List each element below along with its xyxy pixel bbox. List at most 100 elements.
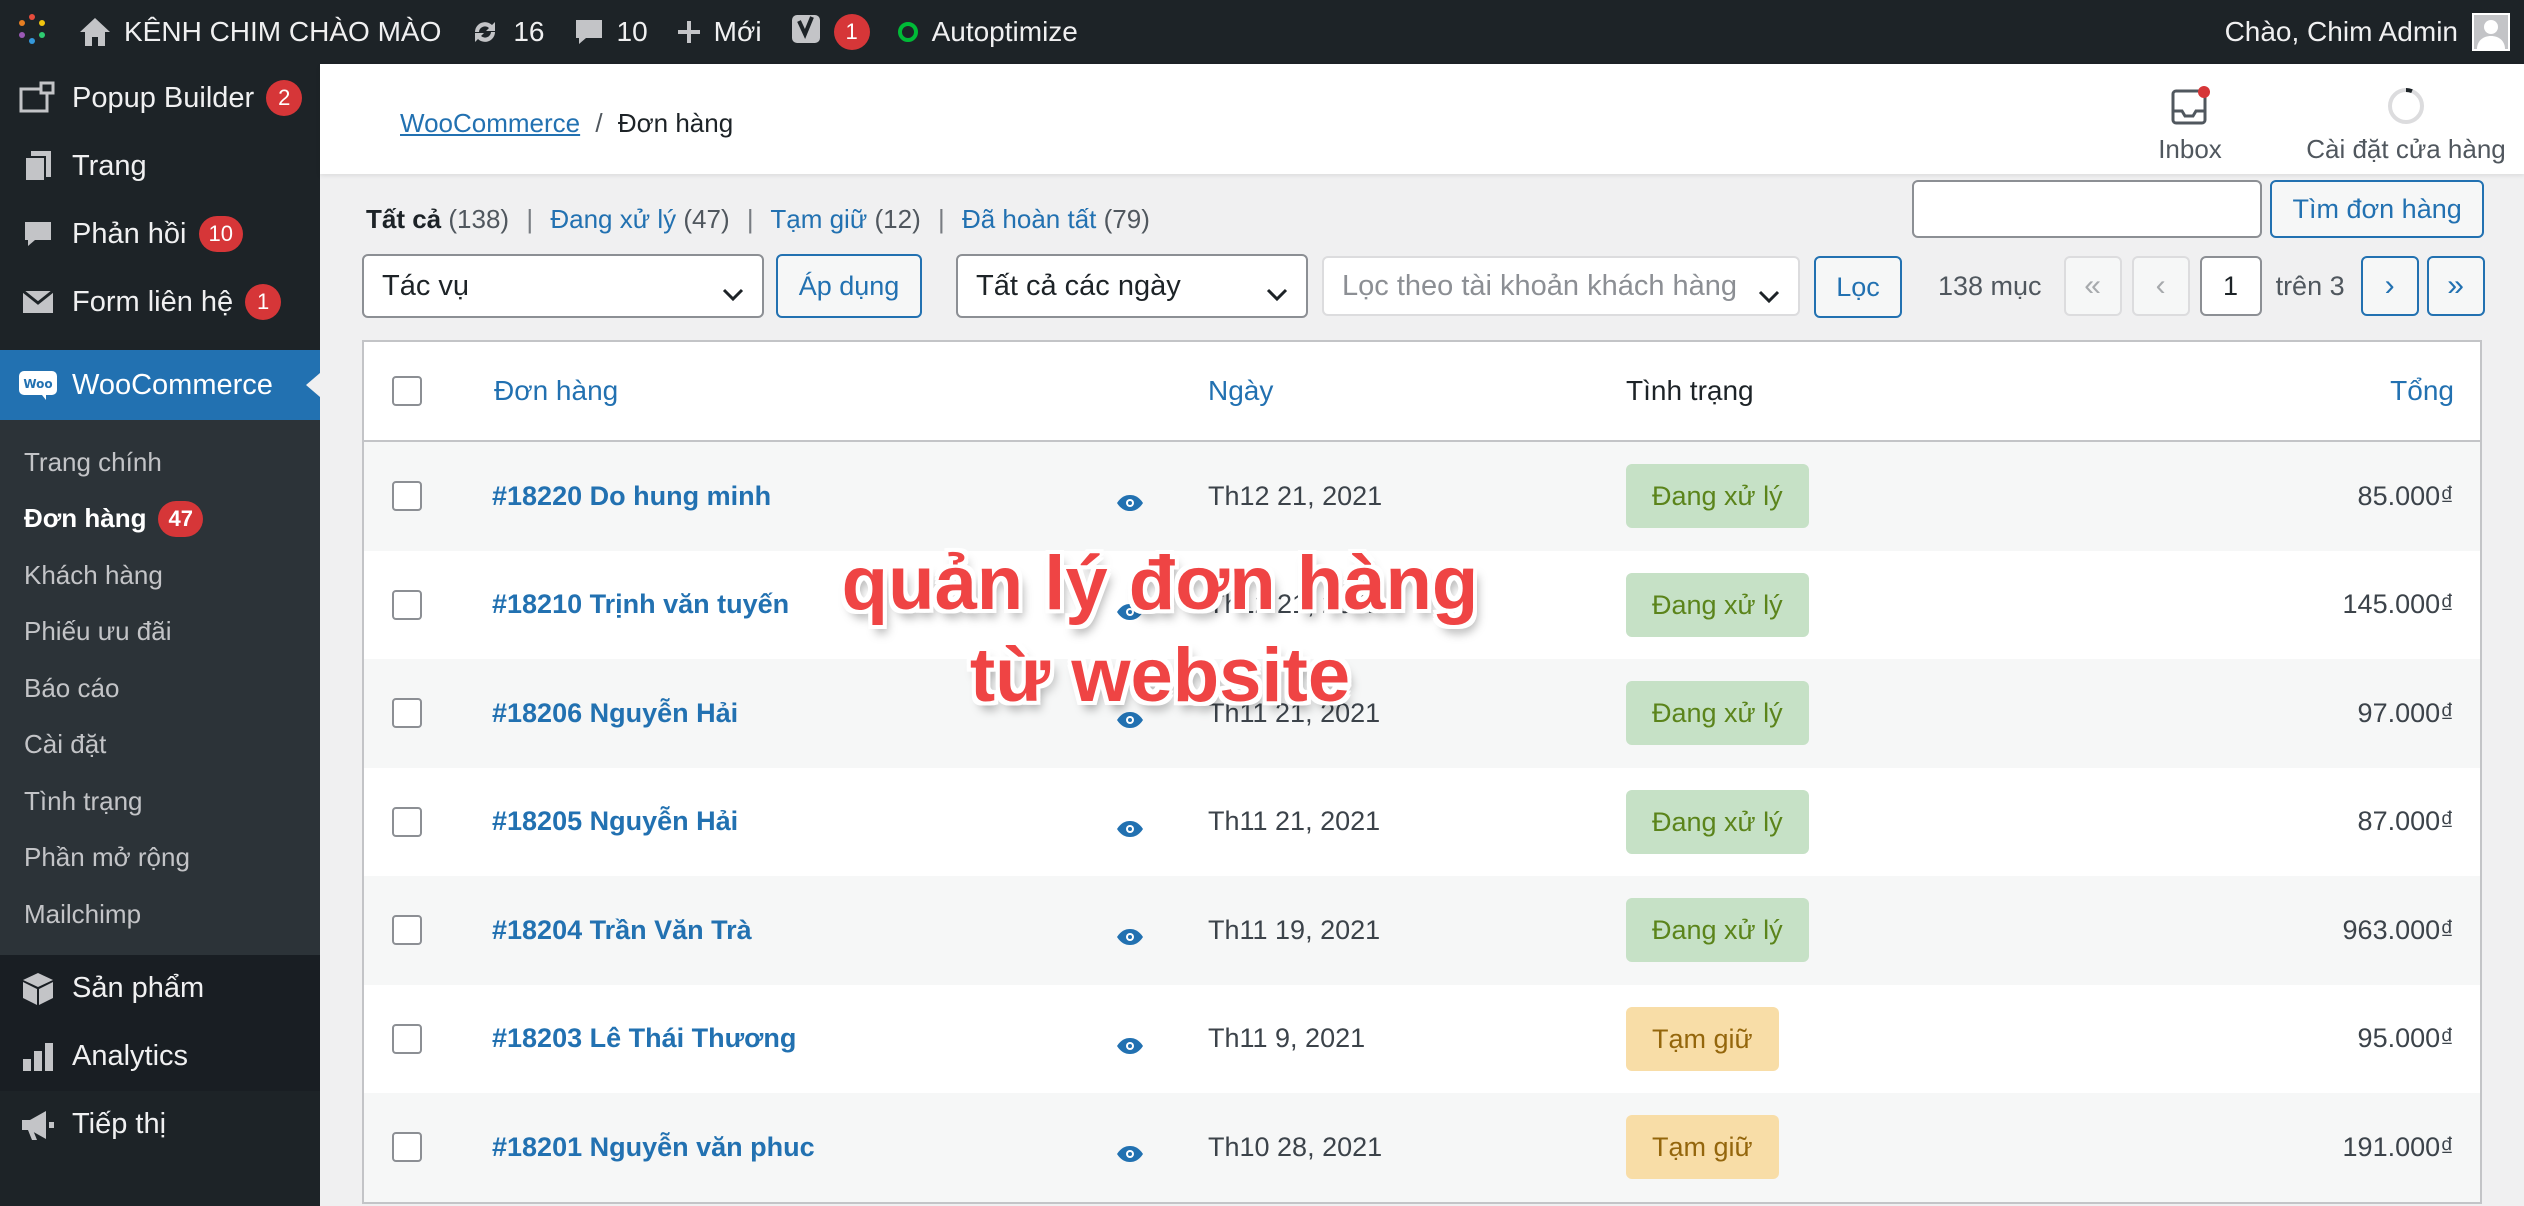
my-account-menu[interactable]: Chào, Chim Admin <box>2211 0 2524 64</box>
submenu-item-coupons[interactable]: Phiếu ưu đãi <box>0 604 320 661</box>
sidebar-item-comments[interactable]: Phản hồi 10 <box>0 200 320 268</box>
order-link[interactable]: #18220 Do hung minh <box>492 481 771 512</box>
row-checkbox[interactable] <box>392 698 422 729</box>
home-icon <box>78 16 112 48</box>
submenu-item-status[interactable]: Tình trạng <box>0 773 320 830</box>
submenu-label: Khách hàng <box>24 559 163 590</box>
next-page-button[interactable]: › <box>2360 256 2419 316</box>
submenu-item-mailchimp[interactable]: Mailchimp <box>0 886 320 943</box>
order-total: 145.000₫ <box>2342 589 2454 620</box>
status-cell: Đang xử lý <box>1626 898 1809 963</box>
overlay-caption-line2: từ website <box>969 633 1351 718</box>
column-header-total[interactable]: Tổng <box>2390 375 2454 407</box>
filter-all[interactable]: Tất cả <box>366 204 441 234</box>
status-filter-links: Tất cả (138) | Đang xử lý (47) | Tạm giữ… <box>366 204 1150 235</box>
sidebar-item-pages[interactable]: Trang <box>0 132 320 200</box>
eye-icon[interactable] <box>1116 1031 1144 1062</box>
yoast-menu[interactable]: 1 <box>776 0 884 64</box>
sidebar-item-marketing[interactable]: Tiếp thị <box>0 1091 320 1159</box>
submenu-item-customers[interactable]: Khách hàng <box>0 547 320 604</box>
new-label: Mới <box>713 16 762 47</box>
row-checkbox[interactable] <box>392 481 422 512</box>
eye-icon[interactable] <box>1116 922 1144 953</box>
filter-completed[interactable]: Đã hoàn tất <box>962 204 1096 234</box>
prev-page-button[interactable]: ‹ <box>2131 256 2190 316</box>
greeting: Chào, Chim Admin <box>2224 16 2458 47</box>
row-checkbox[interactable] <box>392 1023 422 1054</box>
eye-icon[interactable] <box>1116 1139 1144 1170</box>
chevron-down-icon <box>1266 278 1288 311</box>
inbox-button[interactable]: Inbox <box>2130 84 2250 165</box>
table-row[interactable]: #18220 Do hung minh Th12 21, 2021 Đang xử … <box>364 442 2480 551</box>
apply-button[interactable]: Áp dụng <box>776 254 922 318</box>
sidebar-item-label: Trang <box>72 149 147 182</box>
sidebar-item-analytics[interactable]: Analytics <box>0 1022 320 1091</box>
sidebar-item-products[interactable]: Sản phẩm <box>0 954 320 1023</box>
search-orders-button[interactable]: Tìm đơn hàng <box>2270 180 2484 238</box>
submenu-item-extensions[interactable]: Phần mở rộng <box>0 830 320 887</box>
submenu-item-reports[interactable]: Báo cáo <box>0 660 320 717</box>
order-link[interactable]: #18204 Trần Văn Trà <box>492 915 752 946</box>
column-header-date[interactable]: Ngày <box>1208 375 1273 407</box>
total-pages: trên 3 <box>2275 270 2345 301</box>
order-link[interactable]: #18206 Nguyễn Hải <box>492 698 738 729</box>
table-row[interactable]: #18203 Lê Thái Thương Th11 9, 2021 Tạm giữ… <box>364 985 2480 1094</box>
filter-button[interactable]: Lọc <box>1814 256 1902 318</box>
status-cell: Đang xử lý <box>1626 789 1809 854</box>
order-link[interactable]: #18205 Nguyễn Hải <box>492 806 738 837</box>
row-checkbox[interactable] <box>392 806 422 837</box>
order-link[interactable]: #18201 Nguyễn văn phuc <box>492 1132 815 1163</box>
table-row[interactable]: #18204 Trần Văn Trà Th11 19, 2021 Đang xử … <box>364 876 2480 985</box>
select-all-checkbox[interactable] <box>392 376 422 406</box>
last-page-button[interactable]: » <box>2426 256 2485 316</box>
sidebar-badge: 1 <box>245 284 282 320</box>
status-cell: Đang xử lý <box>1626 572 1809 637</box>
row-checkbox[interactable] <box>392 915 422 946</box>
filter-processing[interactable]: Đang xử lý <box>550 204 676 234</box>
status-cell: Đang xử lý <box>1626 464 1809 529</box>
first-page-button[interactable]: « <box>2063 256 2122 316</box>
breadcrumb: WooCommerce / Đơn hàng <box>400 108 733 139</box>
filter-count: (79) <box>1103 204 1150 234</box>
order-date: Th11 21, 2021 <box>1208 806 1381 837</box>
submenu-item-settings[interactable]: Cài đặt <box>0 717 320 774</box>
store-setup-button[interactable]: Cài đặt cửa hàng <box>2288 84 2524 165</box>
breadcrumb-current: Đơn hàng <box>617 108 734 138</box>
comments-menu[interactable]: 10 <box>559 0 662 64</box>
eye-icon[interactable] <box>1116 814 1144 845</box>
order-link[interactable]: #18210 Trịnh văn tuyến <box>492 589 789 620</box>
popup-icon <box>18 78 58 118</box>
filter-label: Tất cả <box>366 204 442 234</box>
column-header-order[interactable]: Đơn hàng <box>494 375 618 407</box>
order-link[interactable]: #18203 Lê Thái Thương <box>492 1023 796 1054</box>
date-filter-select[interactable]: Tất cả các ngày <box>956 254 1308 318</box>
eye-icon[interactable] <box>1116 488 1144 519</box>
bulk-action-value: Tác vụ <box>382 269 470 302</box>
order-search-input[interactable] <box>1912 180 2262 238</box>
sidebar-item-contact-form[interactable]: Form liên hệ 1 <box>0 268 320 336</box>
bulk-action-select[interactable]: Tác vụ <box>362 254 764 318</box>
table-row[interactable]: #18201 Nguyễn văn phuc Th10 28, 2021 Tạm g… <box>364 1093 2480 1202</box>
sidebar-item-woocommerce[interactable]: Woo WooCommerce <box>0 350 320 420</box>
table-row[interactable]: #18205 Nguyễn Hải Th11 21, 2021 Đang xử lý… <box>364 768 2480 877</box>
woocommerce-submenu: Trang chính Đơn hàng 47 Khách hàng Phiếu … <box>0 420 320 955</box>
row-checkbox[interactable] <box>392 1132 422 1163</box>
yoast-icon <box>790 11 824 54</box>
sidebar-item-popup-builder[interactable]: Popup Builder 2 <box>0 64 320 132</box>
submenu-label: Phần mở rộng <box>24 842 190 873</box>
autoptimize-menu[interactable]: Autoptimize <box>884 0 1092 64</box>
current-page-input[interactable] <box>2199 256 2262 316</box>
row-checkbox[interactable] <box>392 589 422 620</box>
wp-logo-menu[interactable] <box>0 0 64 64</box>
submenu-item-home[interactable]: Trang chính <box>0 434 320 491</box>
breadcrumb-link-woocommerce[interactable]: WooCommerce <box>400 108 580 138</box>
customer-filter-select[interactable]: Lọc theo tài khoản khách hàng <box>1322 256 1800 316</box>
filter-separator: | <box>746 204 754 234</box>
new-content-menu[interactable]: Mới <box>662 0 776 64</box>
chevron-down-icon <box>1758 280 1780 313</box>
updates-menu[interactable]: 16 <box>455 0 558 64</box>
filter-on-hold[interactable]: Tạm giữ <box>770 204 867 234</box>
submenu-item-orders[interactable]: Đơn hàng 47 <box>0 491 320 548</box>
site-name-menu[interactable]: KÊNH CHIM CHÀO MÀO <box>64 0 455 64</box>
pages-icon <box>18 146 58 186</box>
